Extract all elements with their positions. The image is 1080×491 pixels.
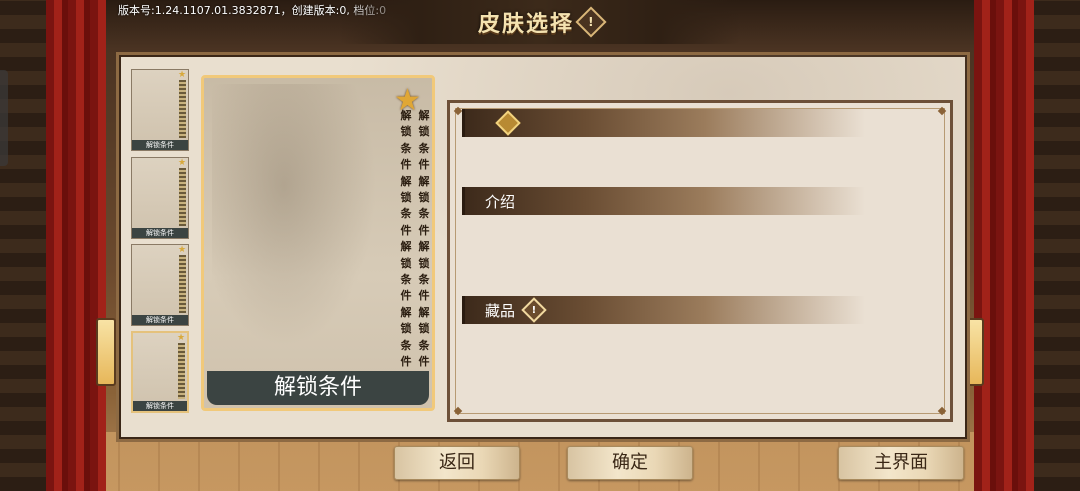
unlock-char: 件: [400, 289, 412, 303]
star-icon: ★: [178, 70, 187, 80]
unlock-char: 解: [418, 174, 430, 188]
unlock-text-column-right: 解锁条件解锁条件解锁条件解锁条件: [417, 108, 431, 371]
side-tab-handle[interactable]: [0, 70, 8, 166]
right-pillar: [1034, 0, 1080, 491]
unlock-char: 条: [400, 338, 412, 352]
thumbnail-unlock-column: [179, 80, 186, 138]
unlock-char: 锁: [400, 191, 412, 205]
thumbnail-unlock-column: [179, 255, 186, 313]
unlock-char: 解: [400, 174, 412, 188]
main-screen-button[interactable]: 主界面: [838, 446, 964, 480]
unlock-char: 条: [418, 207, 430, 221]
thumbnail-caption: 解锁条件: [132, 228, 188, 238]
star-icon: ★: [178, 245, 187, 255]
star-icon: ★: [177, 333, 186, 343]
unlock-char: 条: [400, 273, 412, 287]
thumbnail-caption: 解锁条件: [133, 401, 187, 411]
unlock-char: 锁: [400, 125, 412, 139]
unlock-char: 件: [418, 158, 430, 172]
confirm-button[interactable]: 确定: [567, 446, 693, 480]
unlock-char: 条: [400, 141, 412, 155]
skin-thumbnail-1[interactable]: ★ 解锁条件: [131, 69, 189, 151]
unlock-char: 锁: [400, 322, 412, 336]
card-caption: 解锁条件: [207, 371, 429, 405]
collection-label: 藏品: [485, 301, 516, 320]
unlock-char: 解: [400, 305, 412, 319]
unlock-char: 解: [418, 305, 430, 319]
title-bar: 皮肤选择 !: [340, 0, 740, 44]
unlock-char: 件: [418, 289, 430, 303]
thumbnail-caption: 解锁条件: [132, 315, 188, 325]
selected-skin-card[interactable]: ★ 解锁条件解锁条件解锁条件解锁条件 解锁条件解锁条件解锁条件解锁条件 解锁条件: [201, 75, 435, 411]
gold-diamond-icon: [495, 110, 521, 136]
skin-thumbnail-2[interactable]: ★ 解锁条件: [131, 157, 189, 239]
unlock-char: 锁: [418, 322, 430, 336]
intro-label: 介绍: [485, 192, 516, 211]
title-warning-icon[interactable]: !: [575, 6, 607, 38]
skin-thumbnail-3[interactable]: ★ 解锁条件: [131, 244, 189, 326]
unlock-char: 锁: [418, 125, 430, 139]
unlock-char: 件: [400, 355, 412, 369]
thumbnail-unlock-column: [179, 168, 186, 226]
collection-warning-icon[interactable]: !: [521, 297, 547, 323]
unlock-char: 件: [418, 223, 430, 237]
unlock-text-column-left: 解锁条件解锁条件解锁条件解锁条件: [399, 108, 413, 371]
unlock-char: 件: [400, 158, 412, 172]
unlock-char: 解: [400, 240, 412, 254]
back-button[interactable]: 返回: [394, 446, 520, 480]
star-icon: ★: [178, 158, 187, 168]
unlock-char: 锁: [418, 256, 430, 270]
section-header-collection: 藏品 !: [462, 296, 865, 324]
left-lantern: [96, 318, 116, 386]
unlock-char: 条: [400, 207, 412, 221]
unlock-char: 锁: [418, 191, 430, 205]
unlock-char: 件: [400, 223, 412, 237]
right-curtain: [974, 0, 1034, 491]
skin-artwork: [212, 84, 392, 374]
skin-info-frame: 介绍 藏品 !: [447, 100, 953, 422]
unlock-char: 条: [418, 141, 430, 155]
page-title: 皮肤选择: [477, 11, 574, 37]
unlock-char: 锁: [400, 256, 412, 270]
unlock-char: 条: [418, 273, 430, 287]
section-header-name: [462, 109, 865, 137]
unlock-char: 条: [418, 338, 430, 352]
unlock-char: 解: [418, 109, 430, 122]
unlock-char: 解: [400, 109, 412, 122]
left-curtain: [46, 0, 106, 491]
unlock-char: 件: [418, 355, 430, 369]
skin-thumbnail-4[interactable]: ★ 解锁条件: [131, 331, 189, 413]
thumbnail-unlock-column: [178, 343, 185, 399]
unlock-char: 解: [418, 240, 430, 254]
section-header-intro: 介绍: [462, 187, 865, 215]
thumbnail-caption: 解锁条件: [132, 140, 188, 150]
